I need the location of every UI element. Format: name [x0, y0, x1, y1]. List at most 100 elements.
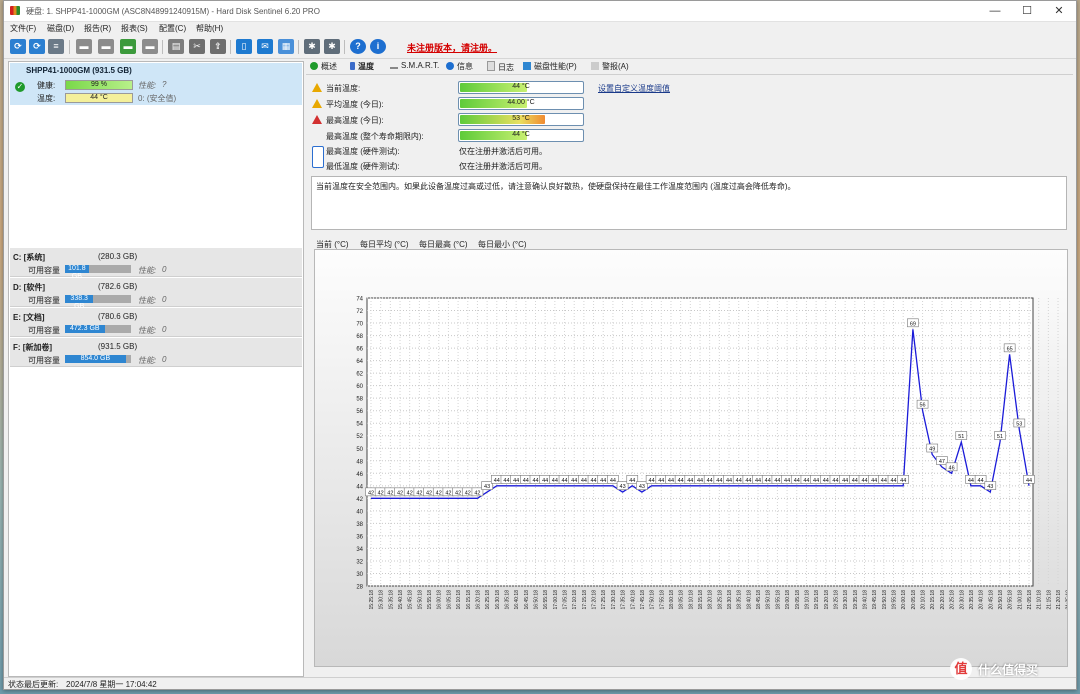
avg-temp-label: 平均温度 (今日): [326, 100, 384, 109]
x-tick-label: 20:20:18 [940, 590, 946, 610]
data-label: 44 [658, 478, 664, 484]
x-tick-label: 17:55:18 [659, 590, 665, 610]
tab-overview[interactable]: 概述 [310, 61, 337, 72]
volume-c[interactable]: C: [系统] (280.3 GB) 可用容量 101.8 GB 性能: 0 [10, 248, 302, 280]
data-label: 44 [900, 478, 906, 484]
data-label: 42 [397, 490, 403, 496]
refresh-all-icon[interactable]: ⟳ [29, 39, 45, 54]
data-label: 44 [871, 478, 877, 484]
data-label: 44 [774, 478, 780, 484]
data-label: 44 [629, 478, 635, 484]
status-value: 2024/7/8 星期一 17:04:42 [66, 680, 157, 689]
x-tick-label: 19:20:18 [824, 590, 830, 610]
data-label: 42 [436, 490, 442, 496]
x-tick-label: 16:15:18 [466, 590, 472, 610]
info-icon[interactable]: i [370, 39, 386, 54]
max-temp-lifetime-bar: 44 °C [458, 129, 584, 142]
settings-icon[interactable]: ✱ [304, 39, 320, 54]
performance-icon [523, 62, 531, 70]
menu-report[interactable]: 报告(R) [84, 23, 111, 34]
perf-value: 0 [162, 355, 167, 364]
volume-name: E: [文档] [13, 313, 45, 322]
disk-icon[interactable]: ▬ [142, 39, 158, 54]
x-tick-label: 20:40:18 [979, 590, 985, 610]
current-temp-value: 44 °C [512, 83, 530, 90]
doc-icon[interactable]: ▯ [236, 39, 252, 54]
custom-threshold-link[interactable]: 设置自定义温度阈值 [598, 83, 670, 94]
tab-log[interactable]: 日志 [487, 61, 514, 73]
data-label: 49 [929, 447, 935, 453]
data-label: 42 [407, 490, 413, 496]
settings-icon[interactable]: ✱ [324, 39, 340, 54]
print-icon[interactable]: ▤ [168, 39, 184, 54]
volume-size: (931.5 GB) [98, 342, 138, 351]
data-label: 44 [794, 478, 800, 484]
menu-statistics[interactable]: 报表(S) [121, 23, 148, 34]
y-tick-label: 40 [356, 509, 363, 515]
data-label: 44 [590, 478, 596, 484]
free-space-fill: 338.3 GB [65, 295, 94, 310]
max-temp-lifetime-value: 44 °C [512, 131, 530, 138]
unregistered-notice-link[interactable]: 未注册版本，请注册。 [407, 41, 497, 54]
perf-label: 性能: [138, 356, 157, 365]
temperature-message: 当前温度在安全范围内。如果此设备温度过高或过低，请注意确认良好散热，使硬盘保持在… [316, 182, 796, 191]
data-label: 44 [503, 478, 509, 484]
perf-value: 0 [162, 295, 167, 304]
data-label: 42 [416, 490, 422, 496]
x-tick-label: 21:25:18 [1066, 590, 1067, 610]
tab-info[interactable]: 信息 [446, 61, 473, 72]
x-tick-label: 19:15:18 [814, 590, 820, 610]
x-tick-label: 20:10:18 [921, 590, 927, 610]
y-tick-label: 50 [356, 447, 363, 453]
disk-icon[interactable]: ▬ [76, 39, 92, 54]
x-tick-label: 15:30:18 [379, 590, 385, 610]
tab-label: 警报(A) [602, 62, 629, 71]
y-tick-label: 60 [356, 384, 363, 390]
volume-d[interactable]: D: [软件] (782.6 GB) 可用容量 338.3 GB 性能: 0 [10, 278, 302, 310]
help-icon[interactable]: ? [350, 39, 366, 54]
menu-config[interactable]: 配置(C) [159, 23, 186, 34]
disk-icon[interactable]: ▬ [120, 39, 136, 54]
refresh-icon[interactable]: ⟳ [10, 39, 26, 54]
menu-help[interactable]: 帮助(H) [196, 23, 223, 34]
volume-e[interactable]: E: [文档] (780.6 GB) 可用容量 472.3 GB 性能: 0 [10, 308, 302, 337]
data-label: 44 [668, 478, 674, 484]
max-temp-hw-label: 最高温度 (硬件测试): [326, 147, 400, 156]
data-label: 44 [513, 478, 519, 484]
temperature-chart: 74 72 70 68 66 64 62 60 58 56 54 52 50 48 46 44 42 40 38 36… [314, 249, 1076, 667]
disk-icon[interactable]: ▬ [98, 39, 114, 54]
x-tick-label: 19:50:18 [882, 590, 888, 610]
menu-file[interactable]: 文件(F) [10, 23, 36, 34]
tab-alerts[interactable]: 警报(A) [591, 61, 629, 72]
x-tick-label: 17:35:18 [621, 590, 627, 610]
x-tick-label: 20:50:18 [998, 590, 1004, 610]
tab-smart[interactable]: S.M.A.R.T. [390, 61, 439, 70]
x-tick-label: 15:35:18 [388, 590, 394, 610]
report-icon[interactable]: ▦ [278, 39, 294, 54]
free-value: 854.0 GB [80, 355, 111, 362]
free-label: 可用容量 [28, 326, 60, 335]
data-label: 51 [958, 434, 964, 440]
menu-disk[interactable]: 磁盘(D) [47, 23, 74, 34]
tab-temperature[interactable]: 温度 [350, 61, 374, 72]
data-label: 44 [755, 478, 761, 484]
y-tick-label: 38 [356, 522, 363, 528]
volume-f[interactable]: F: [新加卷] (931.5 GB) 可用容量 854.0 GB 性能: 0 [10, 338, 302, 367]
status-bar: 状态最后更新: 2024/7/8 星期一 17:04:42 [4, 677, 1076, 689]
minimize-button[interactable]: — [980, 3, 1010, 19]
thermometer-icon [350, 62, 355, 70]
mail-icon[interactable]: ✉ [257, 39, 273, 54]
data-label: 44 [697, 478, 703, 484]
list-icon[interactable]: ≡ [48, 39, 64, 54]
data-label: 46 [949, 465, 955, 471]
status-ok-icon: ✓ [15, 82, 25, 92]
export-icon[interactable]: ⇪ [210, 39, 226, 54]
close-button[interactable]: ✕ [1044, 3, 1074, 19]
disk-entry[interactable]: SHPP41-1000GM (931.5 GB) ✓ 健康: 99 % 性能: … [10, 63, 302, 105]
maximize-button[interactable]: ☐ [1012, 3, 1042, 19]
temperature-chart-svg: 74 72 70 68 66 64 62 60 58 56 54 52 50 48 46 44 42 40 38 36… [356, 297, 1076, 610]
tools-icon[interactable]: ✂ [189, 39, 205, 54]
x-tick-label: 17:20:18 [592, 590, 598, 610]
tab-disk-performance[interactable]: 磁盘性能(P) [523, 61, 577, 72]
hw-min-temp-value: 仅在注册并激活后可用。 [459, 162, 547, 171]
